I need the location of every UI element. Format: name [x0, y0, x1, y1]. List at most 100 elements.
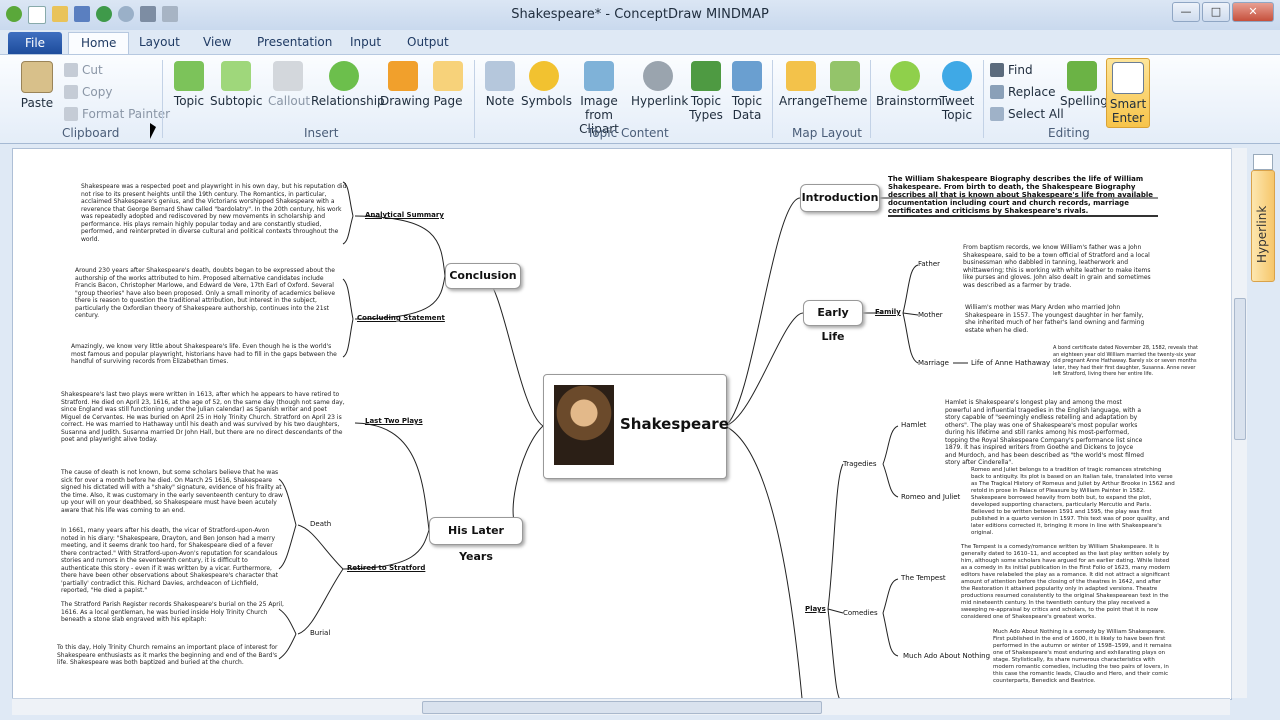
- subtopic-death[interactable]: Death: [310, 520, 331, 528]
- central-topic[interactable]: Shakespeare: [543, 374, 729, 479]
- select-all-button[interactable]: Select All: [990, 107, 1064, 121]
- vertical-scrollbar[interactable]: [1231, 148, 1247, 698]
- map-canvas[interactable]: Shakespeare Conclusion His Later Years I…: [12, 148, 1232, 700]
- arrange-label: Arrange: [779, 94, 827, 108]
- tab-layout[interactable]: Layout: [139, 35, 180, 49]
- smart-enter-line1: Smart: [1109, 97, 1147, 111]
- callout-button[interactable]: Callout: [268, 61, 310, 108]
- note-analytical-summary: Shakespeare was a respected poet and pla…: [81, 183, 347, 243]
- topic-early-life[interactable]: Early Life: [803, 300, 863, 343]
- cut-button[interactable]: Cut: [64, 63, 103, 77]
- subtopic-burial[interactable]: Burial: [310, 629, 330, 637]
- topic-data-line1: Topic: [731, 94, 763, 108]
- page-label: Page: [433, 94, 463, 108]
- mouse-cursor: [150, 123, 156, 139]
- symbols-button[interactable]: Symbols: [521, 61, 572, 108]
- page-button[interactable]: Page: [432, 61, 464, 108]
- copy-label: Copy: [82, 85, 113, 99]
- subtopic-comedies[interactable]: Comedies: [843, 609, 878, 617]
- group-label-insert: Insert: [304, 126, 339, 140]
- find-button[interactable]: Find: [990, 63, 1033, 77]
- subtopic-last-two-plays[interactable]: Last Two Plays: [365, 417, 423, 425]
- topic-conclusion[interactable]: Conclusion: [445, 263, 521, 289]
- hyperlink-pane-label: Hyperlink: [1255, 205, 1269, 263]
- close-button[interactable]: ✕: [1232, 2, 1274, 22]
- topic-button[interactable]: Topic: [172, 61, 206, 108]
- paste-button[interactable]: Paste: [20, 61, 54, 110]
- smart-enter-button[interactable]: Smart Enter: [1106, 58, 1150, 128]
- subtopic-much-ado[interactable]: Much Ado About Nothing: [903, 652, 990, 660]
- horizontal-scrollbar[interactable]: [12, 698, 1230, 715]
- group-label-topic-content: Topic Content: [587, 126, 669, 140]
- topic-types-icon: [691, 61, 721, 91]
- subtopic-label: Subtopic: [210, 94, 263, 108]
- format-painter-button[interactable]: Format Painter: [64, 107, 170, 121]
- image-label-line1: Image from: [580, 94, 618, 122]
- topic-types-line2: Types: [689, 108, 723, 122]
- divider: [162, 60, 163, 138]
- paste-label: Paste: [20, 96, 54, 110]
- topic-introduction[interactable]: Introduction: [800, 184, 880, 212]
- subtopic-romeo-and-juliet[interactable]: Romeo and Juliet: [901, 493, 960, 501]
- replace-label: Replace: [1008, 85, 1056, 99]
- subtopic-retired-to-stratford[interactable]: Retired to Stratford: [347, 564, 425, 572]
- tab-file[interactable]: File: [8, 32, 62, 54]
- pane-toggle-icon[interactable]: [1253, 154, 1273, 170]
- subtopic-button[interactable]: Subtopic: [210, 61, 262, 108]
- hyperlink-label: Hyperlink: [631, 94, 689, 108]
- topic-icon: [174, 61, 204, 91]
- theme-button[interactable]: Theme: [826, 61, 867, 108]
- tweet-label-line2: Topic: [941, 108, 973, 122]
- minimize-button[interactable]: —: [1172, 2, 1200, 22]
- subtopic-concluding-statement[interactable]: Concluding Statement: [357, 314, 445, 322]
- topic-his-later-years[interactable]: His Later Years: [429, 517, 523, 563]
- hyperlink-pane-tab[interactable]: Hyperlink: [1251, 170, 1275, 282]
- subtopic-mother[interactable]: Mother: [918, 311, 943, 319]
- relationship-button[interactable]: Relationship: [311, 61, 385, 108]
- topic-types-button[interactable]: Topic Types: [688, 61, 724, 122]
- tab-view[interactable]: View: [203, 35, 231, 49]
- note-button[interactable]: Note: [484, 61, 516, 108]
- note-label: Note: [485, 94, 515, 108]
- brush-icon: [64, 107, 78, 121]
- tab-home[interactable]: Home: [68, 32, 130, 54]
- twitter-bird-icon: [942, 61, 972, 91]
- brainstorm-button[interactable]: Brainstorm: [876, 61, 942, 108]
- subtopic-life-of-anne-hathaway[interactable]: Life of Anne Hathaway: [971, 359, 1050, 367]
- format-painter-label: Format Painter: [82, 107, 171, 121]
- subtopic-marriage[interactable]: Marriage: [918, 359, 949, 367]
- tab-presentation[interactable]: Presentation: [257, 35, 332, 49]
- copy-button[interactable]: Copy: [64, 85, 112, 99]
- subtopic-analytical-summary[interactable]: Analytical Summary: [365, 211, 444, 219]
- window-title: Shakespeare* - ConceptDraw MINDMAP: [511, 7, 769, 22]
- maximize-button[interactable]: □: [1202, 2, 1230, 22]
- note-hamlet: Hamlet is Shakespeare's longest play and…: [945, 399, 1144, 466]
- arrange-button[interactable]: Arrange: [779, 61, 827, 108]
- replace-icon: [990, 85, 1004, 99]
- vertical-scroll-thumb[interactable]: [1234, 298, 1246, 440]
- subtopic-plays[interactable]: Plays: [805, 605, 826, 613]
- image-from-clipart-button[interactable]: Image from Clipart: [569, 61, 629, 136]
- spelling-button[interactable]: Spelling: [1060, 61, 1108, 108]
- topic-data-button[interactable]: Topic Data: [729, 61, 765, 122]
- tab-output[interactable]: Output: [407, 35, 449, 49]
- note-marriage: A bond certificate dated November 28, 15…: [1053, 345, 1198, 377]
- tweet-label-line1: Tweet: [939, 94, 975, 108]
- subtopic-family[interactable]: Family: [875, 308, 901, 316]
- group-label-editing: Editing: [1048, 126, 1090, 140]
- replace-button[interactable]: Replace: [990, 85, 1055, 99]
- tab-input[interactable]: Input: [350, 35, 381, 49]
- side-pane: Hyperlink: [1247, 148, 1280, 720]
- subtopic-tragedies[interactable]: Tragedies: [843, 460, 877, 468]
- tweet-topic-button[interactable]: Tweet Topic: [936, 61, 978, 122]
- subtopic-hamlet[interactable]: Hamlet: [901, 421, 926, 429]
- drawing-button[interactable]: Drawing: [380, 61, 430, 108]
- subtopic-father[interactable]: Father: [918, 260, 940, 268]
- subtopic-the-tempest[interactable]: The Tempest: [901, 574, 946, 582]
- horizontal-scroll-thumb[interactable]: [422, 701, 822, 714]
- image-icon: [584, 61, 614, 91]
- hyperlink-button[interactable]: Hyperlink: [631, 61, 689, 108]
- topic-data-icon: [732, 61, 762, 91]
- brainstorm-label: Brainstorm: [876, 94, 943, 108]
- smart-enter-icon: [1112, 62, 1144, 94]
